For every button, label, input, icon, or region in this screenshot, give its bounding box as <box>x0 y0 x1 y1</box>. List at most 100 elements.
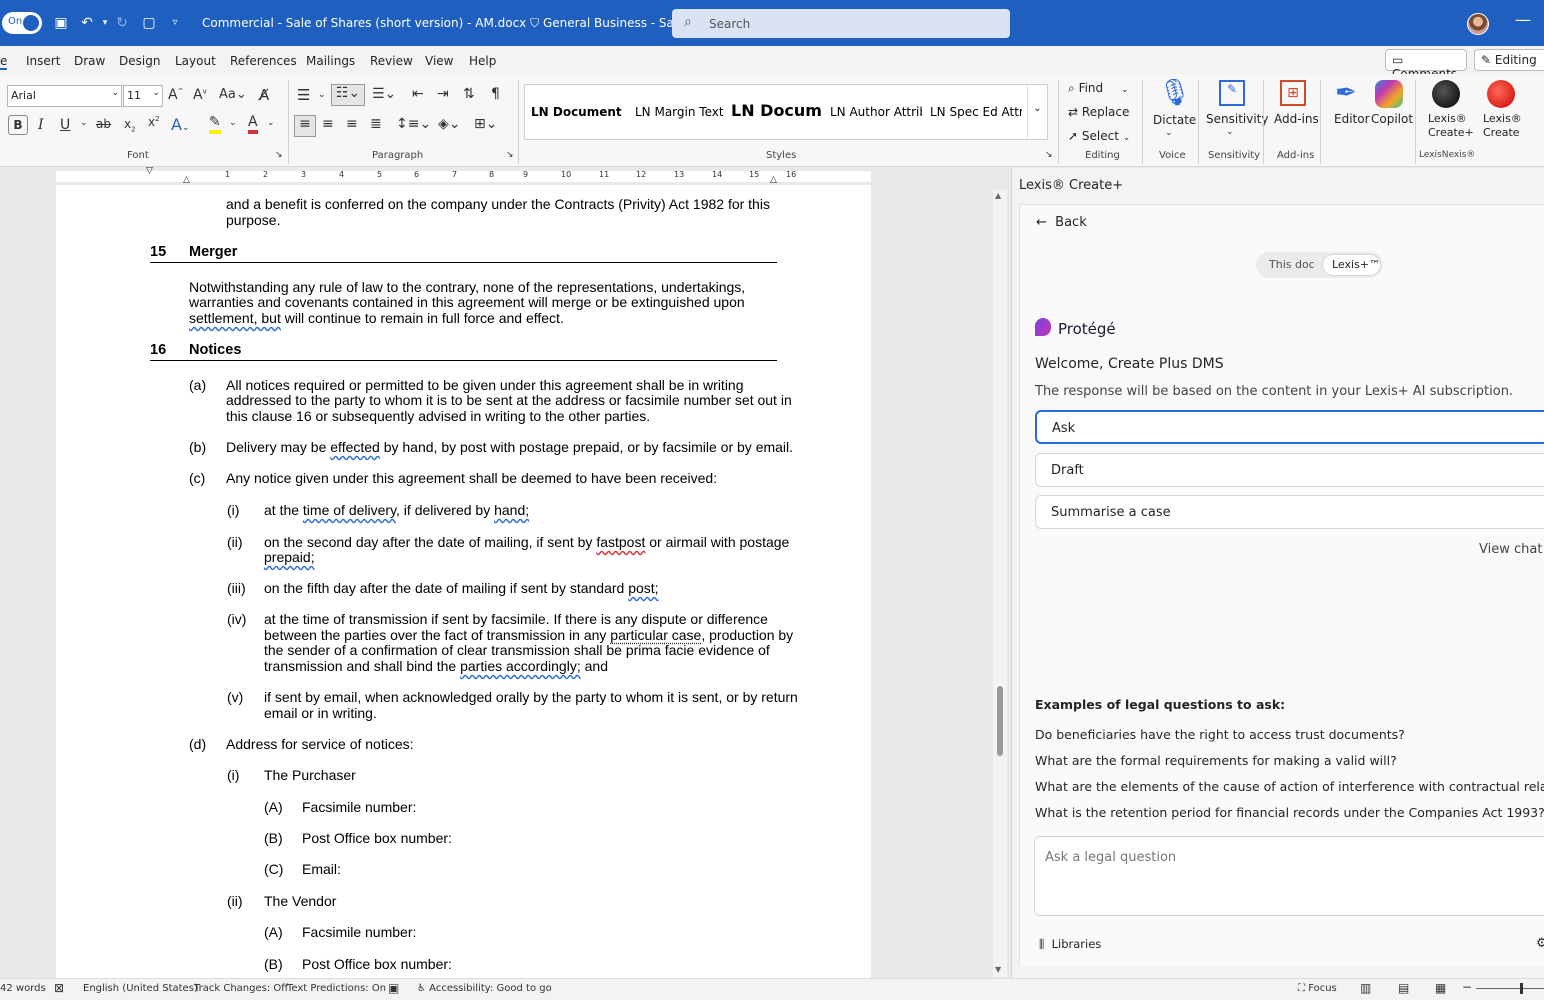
view-chat-history-link[interactable]: View chat h <box>1479 542 1544 557</box>
web-layout-icon[interactable]: ▦ <box>1435 981 1446 995</box>
tab-references[interactable]: References <box>230 54 297 68</box>
italic-icon[interactable]: I <box>38 117 44 133</box>
strikethrough-icon[interactable]: ab <box>96 117 111 131</box>
undo-icon[interactable]: ↶ <box>78 14 96 32</box>
option-summarise-case[interactable]: Summarise a case <box>1035 495 1544 529</box>
vertical-scrollbar[interactable] <box>993 190 1007 977</box>
grammar-flag[interactable]: effected <box>330 439 380 455</box>
editor-icon[interactable]: ✒ <box>1335 78 1357 108</box>
tab-home[interactable]: e <box>0 54 8 70</box>
multilevel-list-icon[interactable]: ☰⌄ <box>372 86 396 102</box>
new-document-icon[interactable]: ▢ <box>140 14 158 32</box>
tab-layout[interactable]: Layout <box>175 54 216 68</box>
style-flag[interactable]: particular case <box>610 627 701 643</box>
tab-draw[interactable]: Draw <box>74 54 105 68</box>
scroll-down-icon[interactable]: ▼ <box>995 965 1001 974</box>
right-indent-marker[interactable]: △ <box>770 175 777 185</box>
align-left-icon[interactable]: ≡ <box>294 115 316 137</box>
option-ask[interactable]: Ask <box>1035 410 1544 444</box>
dictate-dropdown-icon[interactable]: ⌄ <box>1165 128 1173 138</box>
zoom-slider[interactable] <box>1476 988 1544 989</box>
editing-mode-button[interactable]: ✎ Editing <box>1474 49 1544 71</box>
example-question[interactable]: What are the formal requirements for mak… <box>1035 753 1397 768</box>
dictate-button[interactable]: Dictate <box>1153 113 1196 127</box>
shading-icon[interactable]: ◈⌄ <box>438 116 461 132</box>
bullets-icon[interactable]: ☰ <box>297 86 310 104</box>
underline-dropdown-icon[interactable]: ⌄ <box>80 118 88 128</box>
word-count[interactable]: 42 words <box>0 983 46 994</box>
add-ins-icon[interactable]: ⊞ <box>1280 80 1306 106</box>
example-question[interactable]: Do beneficiaries have the right to acces… <box>1035 727 1405 742</box>
add-ins-button[interactable]: Add-ins <box>1274 112 1319 126</box>
style-ln-document[interactable]: LN Document N <box>531 105 625 119</box>
sensitivity-dropdown-icon[interactable]: ⌄ <box>1226 127 1234 137</box>
copilot-button[interactable]: Copilot <box>1371 112 1413 126</box>
bold-icon[interactable]: B <box>8 115 28 135</box>
grammar-flag[interactable]: parties accordingly; <box>460 658 581 674</box>
justify-icon[interactable]: ≣ <box>370 116 382 132</box>
style-ln-spec-ed-attrib[interactable]: LN Spec Ed Attri <box>930 105 1022 119</box>
shrink-font-icon[interactable]: Av <box>193 87 207 103</box>
tab-help[interactable]: Help <box>469 54 496 68</box>
style-ln-author-attrib[interactable]: LN Author Attrib <box>830 105 922 119</box>
grammar-flag[interactable]: prepaid; <box>264 549 315 565</box>
tab-insert[interactable]: Insert <box>26 54 60 68</box>
save-icon[interactable]: ▣ <box>52 14 70 32</box>
decrease-indent-icon[interactable]: ⇤ <box>412 86 424 102</box>
increase-indent-icon[interactable]: ⇥ <box>437 86 449 102</box>
grammar-flag[interactable]: hand; <box>494 502 529 518</box>
change-case-icon[interactable]: Aa⌄ <box>219 87 247 102</box>
language-status[interactable]: English (United States) <box>83 983 198 994</box>
proofing-icon[interactable]: ⊠ <box>54 981 64 995</box>
zoom-out-icon[interactable]: − <box>1462 980 1472 994</box>
style-ln-margin-text[interactable]: LN Margin Text <box>635 105 725 119</box>
styles-more-icon[interactable]: ⌄ <box>1027 85 1047 139</box>
editor-button[interactable]: Editor <box>1334 112 1370 126</box>
settings-icon[interactable]: ⚙ <box>1536 936 1544 951</box>
tab-view[interactable]: View <box>425 54 453 68</box>
example-question[interactable]: What are the elements of the cause of ac… <box>1035 779 1544 794</box>
lexis-create-plus-icon[interactable] <box>1432 80 1460 108</box>
redo-icon[interactable]: ↻ <box>113 14 131 32</box>
microphone-icon[interactable]: 🎙 <box>1158 78 1191 108</box>
font-color-icon[interactable]: A <box>248 114 258 134</box>
legal-question-input[interactable]: Ask a legal question <box>1034 836 1544 916</box>
align-center-icon[interactable]: ≡ <box>322 116 334 132</box>
superscript-icon[interactable]: x2 <box>148 115 160 129</box>
grammar-flag[interactable]: settlement, but <box>189 310 281 326</box>
track-changes-status[interactable]: Track Changes: Off <box>194 983 288 994</box>
tab-review[interactable]: Review <box>370 54 413 68</box>
find-button[interactable]: ⌕ Find ⌄ <box>1068 81 1129 96</box>
option-draft[interactable]: Draft <box>1035 453 1544 487</box>
macro-icon[interactable]: ▣ <box>388 981 399 995</box>
paragraph-dialog-launcher-icon[interactable]: ↘ <box>506 150 514 160</box>
clear-formatting-icon[interactable]: A̸ <box>259 86 269 104</box>
align-right-icon[interactable]: ≡ <box>346 116 358 132</box>
scroll-up-icon[interactable]: ▲ <box>995 191 1001 200</box>
sensitivity-icon[interactable]: ✎ <box>1219 80 1245 106</box>
back-button[interactable]: ← Back <box>1036 215 1087 230</box>
select-button[interactable]: ➚ Select ⌄ <box>1068 129 1130 143</box>
font-dialog-launcher-icon[interactable]: ↘ <box>275 150 283 160</box>
sort-icon[interactable]: ⇅ <box>463 86 475 102</box>
undo-dropdown-icon[interactable]: ▾ <box>96 14 114 32</box>
borders-icon[interactable]: ⊞⌄ <box>474 116 497 132</box>
lexis-create-icon[interactable] <box>1487 80 1515 108</box>
segment-this-doc[interactable]: This doc <box>1269 258 1315 271</box>
comments-button[interactable]: ▭ Comments <box>1385 49 1467 81</box>
minimize-icon[interactable]: — <box>1515 10 1531 29</box>
search-input[interactable]: ⌕ Search <box>672 9 1010 38</box>
tab-mailings[interactable]: Mailings <box>306 54 355 68</box>
lexis-create-button[interactable]: Lexis® Create <box>1483 112 1522 140</box>
bullets-dropdown-icon[interactable]: ⌄ <box>318 90 326 100</box>
autosave-toggle[interactable]: On <box>2 12 42 34</box>
grammar-flag[interactable]: post; <box>628 580 658 596</box>
zoom-slider-thumb[interactable] <box>1520 983 1523 994</box>
copilot-icon[interactable] <box>1375 80 1403 108</box>
focus-mode-button[interactable]: ⛶ Focus <box>1298 983 1337 994</box>
show-formatting-icon[interactable]: ¶ <box>491 86 500 102</box>
font-color-dropdown-icon[interactable]: ⌄ <box>267 118 275 128</box>
read-mode-icon[interactable]: ▥ <box>1360 981 1371 995</box>
sensitivity-button[interactable]: Sensitivity <box>1206 112 1268 126</box>
example-question[interactable]: What is the retention period for financi… <box>1035 805 1544 820</box>
